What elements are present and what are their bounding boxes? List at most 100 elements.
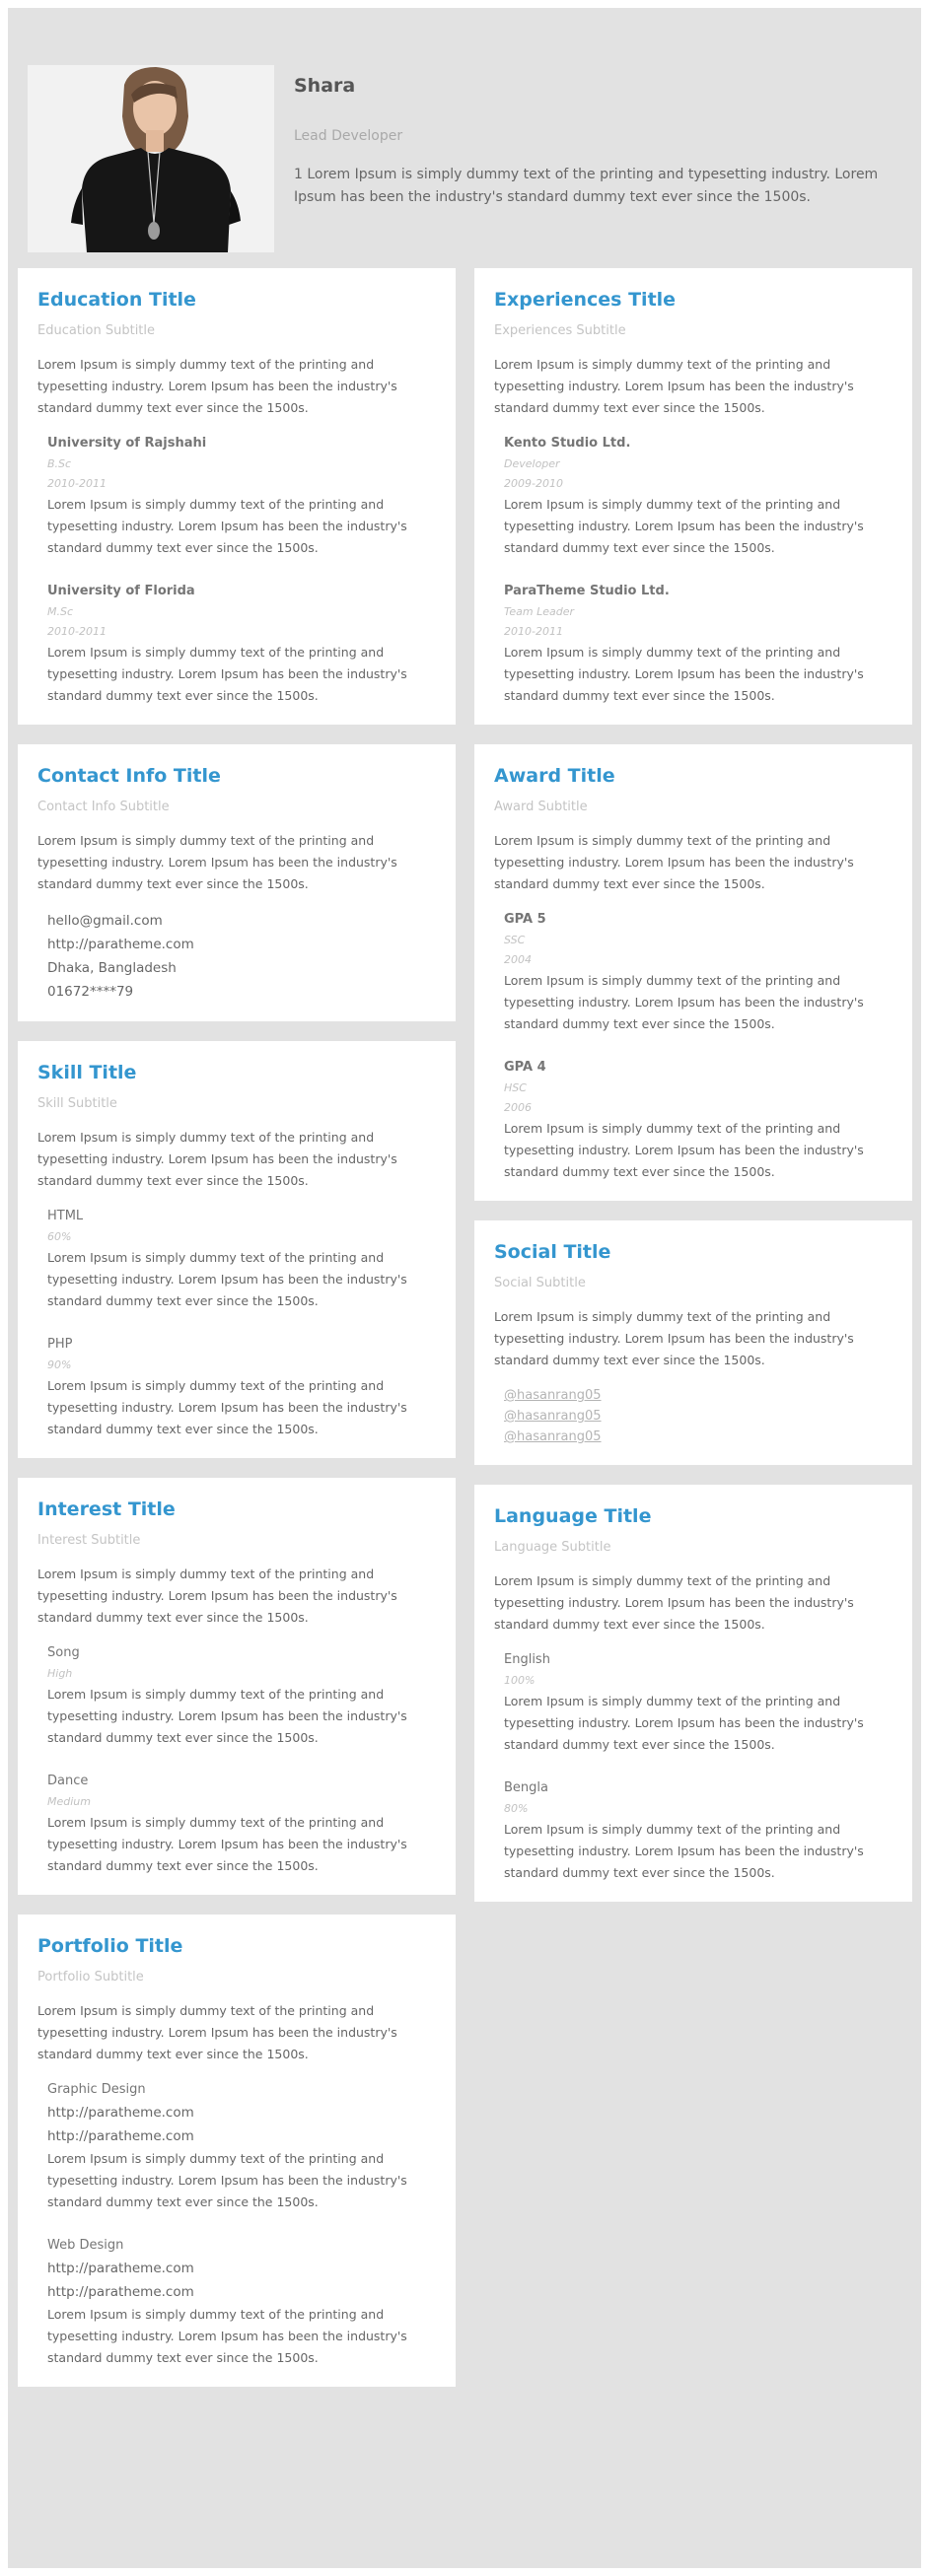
contact-subtitle: Contact Info Subtitle	[37, 800, 170, 814]
skill-item-description: Lorem Ipsum is simply dummy text of the …	[47, 1378, 407, 1436]
award-item-meta: 2004	[504, 953, 532, 966]
interest-item-meta: High	[47, 1667, 73, 1680]
education-item-meta: 2010-2011	[47, 625, 107, 638]
education-item-meta: M.Sc	[47, 605, 74, 618]
education-item-meta: B.Sc	[47, 457, 72, 470]
experiences-item-name: Kento Studio Ltd.	[504, 436, 631, 451]
interest-item-name: Song	[47, 1645, 80, 1660]
award-item-description: Lorem Ipsum is simply dummy text of the …	[504, 973, 864, 1031]
profile-name: Shara	[294, 75, 356, 97]
skill-item-name: HTML	[47, 1209, 84, 1223]
language-title: Language Title	[494, 1505, 652, 1527]
contact-section: Contact Info Title Contact Info Subtitle L…	[18, 744, 456, 1021]
experiences-description: Lorem Ipsum is simply dummy text of the …	[494, 357, 854, 415]
award-subtitle: Award Subtitle	[494, 800, 588, 814]
education-subtitle: Education Subtitle	[37, 323, 156, 338]
resume-page: Shara Lead Developer 1 Lorem Ipsum is si…	[8, 8, 921, 2568]
experiences-item-meta: Developer	[504, 457, 560, 470]
portrait-photo	[28, 65, 274, 252]
social-link[interactable]: @hasanrang05	[504, 1427, 893, 1447]
portfolio-title: Portfolio Title	[37, 1935, 183, 1957]
portfolio-item-link[interactable]: http://paratheme.com	[47, 2280, 436, 2304]
skill-item-meta: 60%	[47, 1230, 72, 1243]
award-item: GPA 5 SSC 2004 Lorem Ipsum is simply dummy …	[494, 909, 893, 1035]
education-section: Education Title Education Subtitle Lorem I…	[18, 268, 456, 725]
portfolio-item-description: Lorem Ipsum is simply dummy text of the …	[47, 2307, 407, 2365]
social-title: Social Title	[494, 1241, 611, 1263]
interest-section: Interest Title Interest Subtitle Lorem Ips…	[18, 1478, 456, 1895]
interest-item: Song High Lorem Ipsum is simply dummy text…	[37, 1642, 436, 1749]
skill-item: PHP 90% Lorem Ipsum is simply dummy text o…	[37, 1334, 436, 1440]
social-link[interactable]: @hasanrang05	[504, 1406, 893, 1427]
award-item-meta: SSC	[504, 934, 526, 946]
contact-title: Contact Info Title	[37, 765, 221, 787]
contact-email[interactable]: hello@gmail.com	[47, 909, 436, 933]
skill-description: Lorem Ipsum is simply dummy text of the …	[37, 1130, 397, 1188]
avatar	[28, 65, 274, 252]
experiences-item-meta: Team Leader	[504, 605, 574, 618]
language-section: Language Title Language Subtitle Lorem Ips…	[474, 1485, 912, 1902]
social-description: Lorem Ipsum is simply dummy text of the …	[494, 1309, 854, 1367]
profile-header: Shara Lead Developer 1 Lorem Ipsum is si…	[28, 65, 905, 252]
language-item-description: Lorem Ipsum is simply dummy text of the …	[504, 1694, 864, 1752]
award-title: Award Title	[494, 765, 615, 787]
profile-bio: 1 Lorem Ipsum is simply dummy text of th…	[294, 167, 879, 205]
award-item-meta: 2006	[504, 1101, 532, 1114]
experiences-item: ParaTheme Studio Ltd. Team Leader 2010-201…	[494, 581, 893, 707]
social-section: Social Title Social Subtitle Lorem Ipsum i…	[474, 1220, 912, 1465]
language-item-description: Lorem Ipsum is simply dummy text of the …	[504, 1822, 864, 1880]
interest-description: Lorem Ipsum is simply dummy text of the …	[37, 1566, 397, 1625]
right-column: Experiences Title Experiences Subtitle Lor…	[474, 268, 912, 1921]
skill-item-name: PHP	[47, 1337, 73, 1352]
profile-role: Lead Developer	[294, 128, 403, 144]
interest-title: Interest Title	[37, 1498, 176, 1520]
contact-website[interactable]: http://paratheme.com	[47, 933, 436, 956]
skill-section: Skill Title Skill Subtitle Lorem Ipsum is …	[18, 1041, 456, 1458]
experiences-item-meta: 2009-2010	[504, 477, 563, 490]
education-description: Lorem Ipsum is simply dummy text of the …	[37, 357, 397, 415]
portfolio-item-link[interactable]: http://paratheme.com	[47, 2257, 436, 2280]
portfolio-item-link[interactable]: http://paratheme.com	[47, 2101, 436, 2124]
social-link[interactable]: @hasanrang05	[504, 1385, 893, 1406]
award-item-description: Lorem Ipsum is simply dummy text of the …	[504, 1121, 864, 1179]
interest-subtitle: Interest Subtitle	[37, 1533, 141, 1548]
contact-phone: 01672****79	[47, 984, 134, 1000]
language-item: English 100% Lorem Ipsum is simply dummy t…	[494, 1649, 893, 1756]
contact-details: hello@gmail.com http://paratheme.com Dhaka…	[37, 909, 436, 1004]
language-item-meta: 100%	[504, 1674, 536, 1687]
skill-title: Skill Title	[37, 1062, 137, 1083]
language-subtitle: Language Subtitle	[494, 1540, 611, 1555]
language-item-name: English	[504, 1652, 550, 1667]
award-item-name: GPA 4	[504, 1060, 546, 1075]
social-subtitle: Social Subtitle	[494, 1276, 586, 1290]
experiences-item: Kento Studio Ltd. Developer 2009-2010 Lorem…	[494, 433, 893, 559]
experiences-item-description: Lorem Ipsum is simply dummy text of the …	[504, 645, 864, 703]
portfolio-description: Lorem Ipsum is simply dummy text of the …	[37, 2003, 397, 2061]
award-item-name: GPA 5	[504, 912, 546, 927]
skill-item: HTML 60% Lorem Ipsum is simply dummy text …	[37, 1206, 436, 1312]
interest-item: Dance Medium Lorem Ipsum is simply dummy t…	[37, 1771, 436, 1877]
portfolio-item-link[interactable]: http://paratheme.com	[47, 2124, 436, 2148]
award-section: Award Title Award Subtitle Lorem Ipsum is …	[474, 744, 912, 1201]
education-item: University of Florida M.Sc 2010-2011 Lorem …	[37, 581, 436, 707]
experiences-item-meta: 2010-2011	[504, 625, 563, 638]
interest-item-description: Lorem Ipsum is simply dummy text of the …	[47, 1815, 407, 1873]
portfolio-item: Graphic Design http://paratheme.com http:/…	[37, 2079, 436, 2213]
education-title: Education Title	[37, 289, 196, 311]
interest-item-name: Dance	[47, 1774, 89, 1788]
interest-item-description: Lorem Ipsum is simply dummy text of the …	[47, 1687, 407, 1745]
education-item-description: Lorem Ipsum is simply dummy text of the …	[47, 645, 407, 703]
contact-address: Dhaka, Bangladesh	[47, 960, 177, 976]
language-item-meta: 80%	[504, 1802, 529, 1815]
left-column: Education Title Education Subtitle Lorem I…	[18, 268, 456, 2406]
experiences-section: Experiences Title Experiences Subtitle Lor…	[474, 268, 912, 725]
language-item-name: Bengla	[504, 1780, 548, 1795]
experiences-item-description: Lorem Ipsum is simply dummy text of the …	[504, 497, 864, 555]
interest-item-meta: Medium	[47, 1795, 91, 1808]
portfolio-item-description: Lorem Ipsum is simply dummy text of the …	[47, 2151, 407, 2209]
contact-description: Lorem Ipsum is simply dummy text of the …	[37, 833, 397, 891]
portfolio-section: Portfolio Title Portfolio Subtitle Lorem I…	[18, 1915, 456, 2387]
education-item: University of Rajshahi B.Sc 2010-2011 Lorem…	[37, 433, 436, 559]
education-item-name: University of Florida	[47, 584, 195, 598]
portfolio-item-name: Graphic Design	[47, 2082, 146, 2097]
